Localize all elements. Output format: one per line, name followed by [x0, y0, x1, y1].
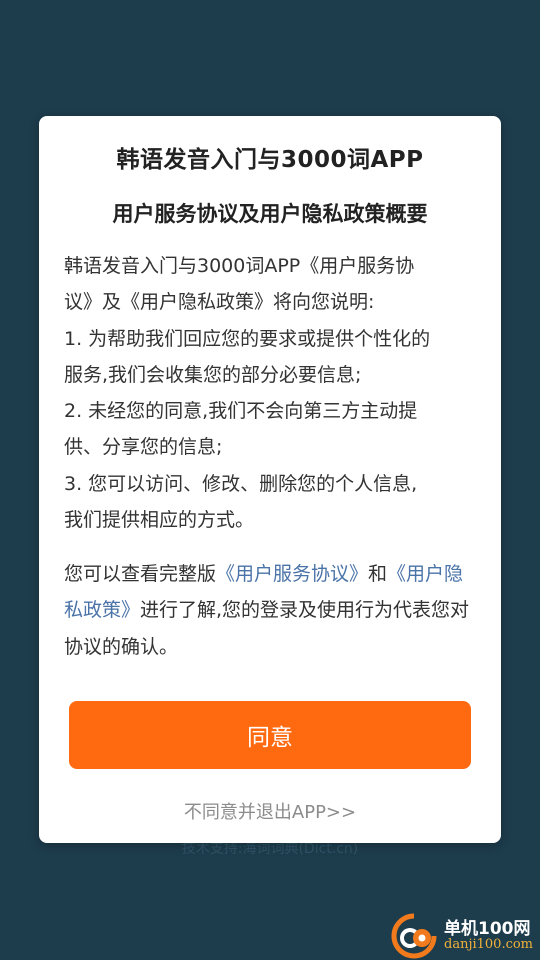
notice-prefix: 您可以查看完整版: [64, 563, 217, 585]
watermark-url: danji100.com: [444, 937, 534, 953]
agreement-dialog: 韩语发音入门与3000词APP 用户服务协议及用户隐私政策概要 韩语发音入门与3…: [39, 116, 501, 843]
watermark-logo-icon: [390, 912, 438, 960]
full-agreement-notice: 您可以查看完整版《用户服务协议》和《用户隐私政策》进行了解,您的登录及使用行为代…: [64, 556, 474, 665]
agreement-summary: 韩语发音入门与3000词APP《用户服务协 议》及《用户隐私政策》将向您说明: …: [64, 248, 474, 538]
app-title: 韩语发音入门与3000词APP: [116, 147, 424, 173]
summary-line: 3. 您可以访问、修改、删除您的个人信息,: [64, 472, 418, 495]
notice-conjunction: 和: [368, 563, 388, 585]
summary-line: 议》及《用户隐私政策》将向您说明:: [64, 291, 375, 314]
summary-line: 服务,我们会收集您的部分必要信息;: [64, 363, 362, 386]
summary-line: 1. 为帮助我们回应您的要求或提供个性化的: [64, 327, 431, 350]
summary-line: 韩语发音入门与3000词APP《用户服务协: [64, 255, 415, 277]
summary-line: 我们提供相应的方式。: [64, 509, 255, 532]
watermark-name: 单机100网: [444, 918, 531, 939]
summary-line: 2. 未经您的同意,我们不会向第三方主动提: [64, 400, 418, 423]
terms-of-service-link[interactable]: 《用户服务协议》: [216, 563, 368, 585]
agree-button[interactable]: 同意: [69, 701, 471, 769]
watermark-text: 单机100网 danji100.com: [444, 918, 534, 953]
summary-line: 供、分享您的信息;: [64, 436, 223, 459]
dialog-subtitle: 用户服务协议及用户隐私政策概要: [112, 202, 428, 226]
watermark: 单机100网 danji100.com: [390, 912, 540, 960]
disagree-exit-link[interactable]: 不同意并退出APP>>: [39, 798, 501, 824]
